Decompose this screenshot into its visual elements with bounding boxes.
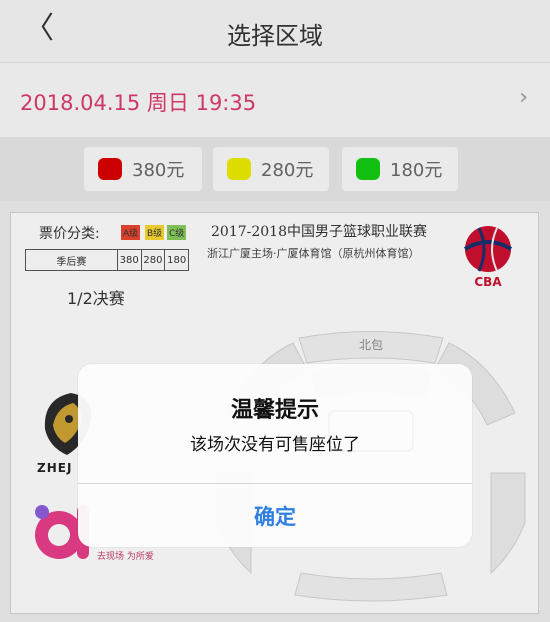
dialog-title: 温馨提示 [230, 398, 319, 423]
alert-dialog: 温馨提示 该场次没有可售座位了 确定 [78, 364, 472, 547]
dialog-message: 该场次没有可售座位了 [190, 435, 360, 455]
confirm-button[interactable]: 确定 [78, 484, 472, 547]
